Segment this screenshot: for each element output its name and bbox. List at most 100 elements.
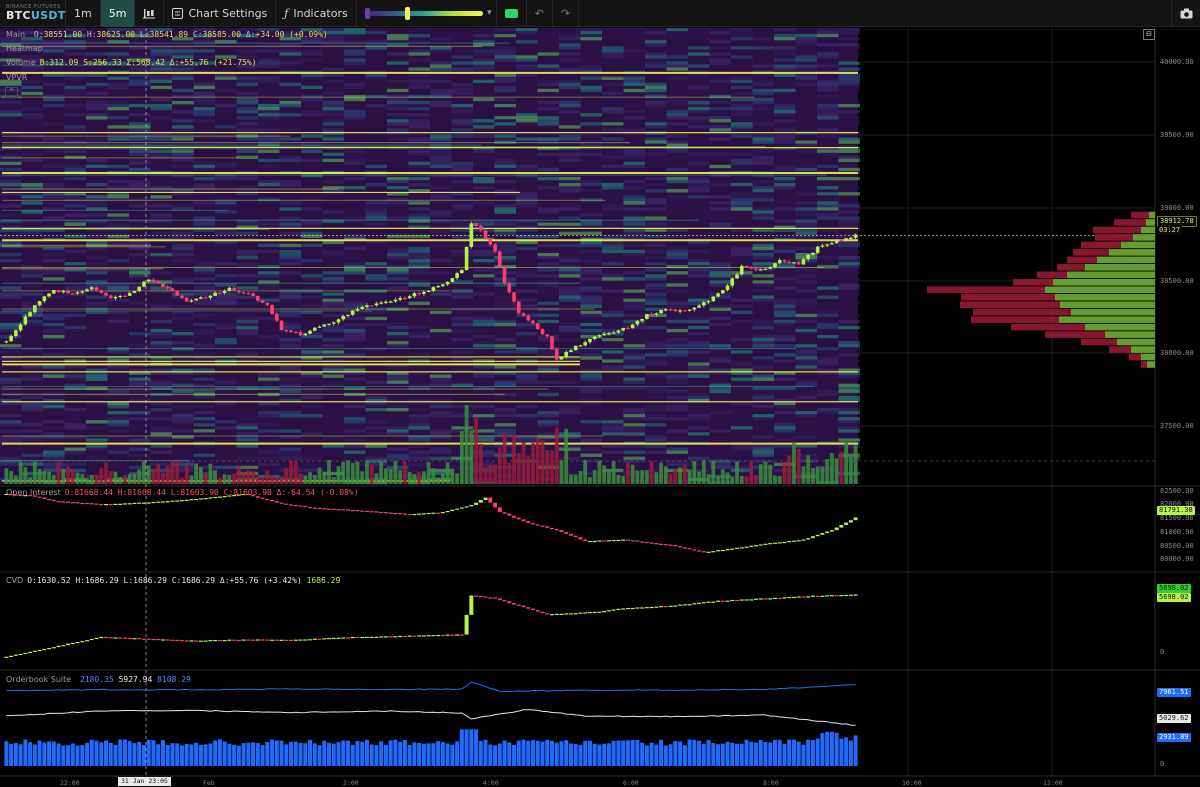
heatmap-cell (774, 319, 796, 324)
heatmap-cell (236, 295, 258, 299)
heatmap-cell (430, 180, 452, 184)
heatmap-cell (559, 104, 581, 108)
heatmap-cell (107, 401, 129, 406)
heatmap-cell (0, 113, 22, 117)
oi-candle (682, 547, 687, 549)
heatmap-cell (193, 201, 215, 205)
heatmap-cell (430, 374, 452, 378)
heatmap-cell (150, 313, 172, 318)
heatmap-cell (365, 423, 387, 427)
heatmap-cell (645, 395, 667, 400)
heatmap-cell (838, 435, 860, 439)
heatmap-cell (838, 119, 860, 123)
oi-candle (450, 509, 455, 511)
heatmap-cell (494, 322, 516, 327)
heatmap-cell (623, 113, 645, 117)
cvd-candle (739, 599, 744, 601)
volume-bar (744, 476, 749, 484)
heatmap-cell (473, 341, 495, 345)
heatmap-cell (666, 456, 688, 460)
heatmap-cell (322, 447, 344, 451)
heatmap-cell (344, 328, 366, 333)
heatmap-cell (666, 113, 688, 117)
oi-candle (274, 501, 279, 503)
heatmap-cell (838, 365, 860, 369)
heatmap-cell (86, 304, 108, 308)
heatmap-cell (795, 73, 817, 77)
heatmap-cell (645, 283, 667, 287)
heatmap-cell (172, 231, 194, 236)
volume-bar (217, 477, 222, 484)
volume-bar (132, 473, 137, 484)
chart-canvas[interactable] (0, 0, 1200, 787)
heatmap-cell (258, 183, 280, 187)
heatmap-cell (752, 404, 774, 409)
heatmap-cell (43, 432, 65, 436)
heatmap-cell (731, 192, 753, 196)
heatmap-cell (451, 201, 473, 205)
oi-candle (697, 550, 702, 552)
heatmap-cell (258, 55, 280, 59)
heatmap-cell (107, 389, 129, 394)
heatmap-cell (408, 386, 430, 391)
heatmap-cell (817, 395, 839, 400)
volume-bar (706, 474, 711, 484)
heatmap-cell (258, 110, 280, 114)
volume-bar (28, 477, 32, 484)
heatmap-cell (172, 246, 194, 251)
heatmap-cell (666, 110, 688, 114)
heatmap-cell (666, 262, 688, 266)
cvd-candle (782, 597, 787, 599)
heatmap-cell (236, 252, 258, 257)
oi-candle (431, 512, 436, 514)
heatmap-cell (365, 79, 387, 84)
oi-candle (426, 512, 431, 515)
heatmap-cell (172, 249, 194, 254)
ob-bar (236, 745, 241, 766)
heatmap-cell (731, 401, 753, 406)
heatmap-cell (86, 97, 108, 102)
heatmap-cell (666, 350, 688, 354)
heatmap-cell (752, 46, 774, 50)
candle-body (327, 323, 331, 325)
heatmap-cell (0, 447, 22, 451)
heatmap-cell (21, 88, 43, 93)
heatmap-cell (150, 395, 172, 400)
heatmap-cell (688, 316, 710, 321)
cvd-candle (151, 638, 156, 641)
heatmap-cell (0, 259, 22, 263)
volume-bar (540, 440, 545, 484)
heatmap-cell (64, 374, 86, 378)
heatmap-cell (150, 201, 172, 205)
heatmap-cell (537, 420, 559, 424)
vp-sell-bar (1081, 338, 1117, 346)
heatmap-cell (43, 313, 65, 318)
oi-candle (198, 498, 203, 500)
heatmap-cell (537, 201, 559, 205)
heatmap-cell (516, 322, 538, 327)
oi-candle (402, 513, 407, 515)
heatmap-cell (301, 85, 323, 90)
heatmap-cell (709, 94, 731, 99)
heatmap-cell (731, 134, 753, 138)
heatmap-cell (236, 256, 258, 260)
ob-bar (9, 743, 14, 766)
vp-sell-bar (1081, 241, 1121, 249)
heatmap-cell (408, 180, 430, 184)
heatmap-cell (107, 167, 129, 172)
heatmap-cell (752, 319, 774, 324)
volume-bar (232, 473, 237, 484)
candle-body (469, 223, 474, 247)
cvd-candle (483, 596, 488, 598)
heatmap-cell (387, 335, 409, 339)
heatmap-cell (537, 67, 559, 71)
heatmap-cell (215, 52, 237, 56)
heatmap-cell (602, 435, 624, 439)
heatmap-cell (666, 301, 688, 305)
candle-body (739, 265, 744, 275)
heatmap-cell (344, 31, 366, 35)
heatmap-cell (623, 52, 645, 56)
heatmap-cell (258, 79, 280, 84)
heatmap-cell (752, 186, 774, 190)
heatmap-cell (0, 386, 22, 391)
